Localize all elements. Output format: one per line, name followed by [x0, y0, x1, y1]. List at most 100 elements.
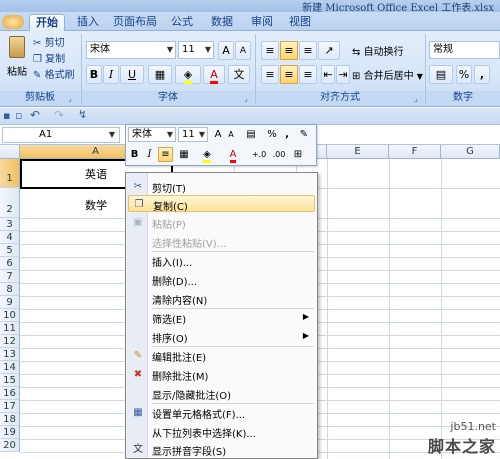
row-header-10[interactable]: 10: [0, 309, 20, 322]
tab-insert[interactable]: 插入: [72, 14, 104, 31]
tab-data[interactable]: 数据: [206, 14, 238, 31]
wrap-text-button[interactable]: ⇆ 自动换行: [352, 43, 404, 58]
row-header-16[interactable]: 16: [0, 387, 20, 400]
select-all-corner[interactable]: [0, 145, 20, 159]
office-button[interactable]: [0, 14, 27, 31]
mini-grow-font-button[interactable]: A: [212, 127, 224, 142]
row-header-11[interactable]: 11: [0, 322, 20, 335]
column-header-f[interactable]: F: [389, 145, 441, 159]
align-center-button[interactable]: ≡: [280, 65, 298, 84]
row-header-7[interactable]: 7: [0, 270, 20, 283]
row-header-12[interactable]: 12: [0, 335, 20, 348]
menu-item-delete[interactable]: 删除(D)...: [128, 271, 315, 288]
phonetic-button[interactable]: 文: [228, 65, 250, 84]
redo-icon[interactable]: ↷: [54, 108, 64, 122]
menu-item-format-cells[interactable]: ▦ 设置单元格格式(F)...: [128, 404, 315, 421]
alignment-launcher-icon[interactable]: ⌟: [414, 94, 418, 103]
save-icon[interactable]: ▪: [3, 109, 10, 122]
menu-item-toggle-comment[interactable]: 显示/隐藏批注(O): [128, 385, 315, 402]
tab-home[interactable]: 开始: [29, 14, 65, 31]
row-header-4[interactable]: 4: [0, 231, 20, 244]
row-header-1[interactable]: 1: [0, 159, 20, 188]
align-right-button[interactable]: ≡: [299, 65, 317, 84]
row-header-15[interactable]: 15: [0, 374, 20, 387]
row-header-13[interactable]: 13: [0, 348, 20, 361]
mini-font-select[interactable]: 宋体 ▼: [128, 127, 176, 142]
align-left-button[interactable]: ≡: [261, 65, 279, 84]
mini-bold-button[interactable]: B: [128, 147, 141, 162]
row-header-3[interactable]: 3: [0, 218, 20, 231]
mini-center-button[interactable]: ≡: [158, 147, 173, 162]
mini-merge-button[interactable]: ⊞: [290, 147, 306, 162]
menu-item-edit-comment[interactable]: ✎ 编辑批注(E): [128, 347, 315, 364]
mini-currency-button[interactable]: ▤: [240, 127, 262, 142]
row-header-9[interactable]: 9: [0, 296, 20, 309]
clipboard-launcher-icon[interactable]: ⌟: [68, 94, 72, 103]
currency-button[interactable]: ▤: [429, 65, 453, 84]
italic-button[interactable]: I: [103, 65, 119, 84]
row-header-5[interactable]: 5: [0, 244, 20, 257]
font-size-select[interactable]: 11 ▼: [178, 41, 214, 59]
name-box[interactable]: A1 ▼: [2, 127, 120, 143]
font-color-button[interactable]: A: [203, 65, 225, 84]
align-top-button[interactable]: ≡: [261, 41, 279, 60]
menu-item-paste[interactable]: ▣ 粘贴(P): [128, 214, 315, 231]
mini-percent-button[interactable]: %: [265, 127, 279, 142]
menu-item-copy[interactable]: ❐ 复制(C): [128, 195, 315, 213]
bold-button[interactable]: B: [86, 65, 102, 84]
fill-color-button[interactable]: ◈: [175, 65, 201, 84]
grow-font-button[interactable]: A: [218, 41, 234, 60]
menu-item-clear-contents[interactable]: 清除内容(N): [128, 290, 315, 307]
menu-item-delete-comment[interactable]: ✖ 删除批注(M): [128, 366, 315, 383]
menu-item-sort[interactable]: 排序(O) ▶: [128, 328, 315, 345]
copy-button[interactable]: ❐ 复制: [33, 50, 65, 65]
merge-center-button[interactable]: ⊞ 合并后居中 ▼: [352, 67, 423, 82]
mini-size-select[interactable]: 11 ▼: [178, 127, 208, 142]
new-file-icon[interactable]: ▫: [15, 109, 22, 122]
mini-format-painter-button[interactable]: ✎: [296, 127, 312, 142]
tab-page-layout[interactable]: 页面布局: [110, 14, 160, 31]
customize-qat-icon[interactable]: ↯: [78, 108, 87, 121]
menu-item-filter[interactable]: 筛选(E) ▶: [128, 309, 315, 326]
align-middle-button[interactable]: ≡: [280, 41, 298, 60]
column-header-g[interactable]: G: [441, 145, 500, 159]
column-header-e[interactable]: E: [327, 145, 389, 159]
orientation-button[interactable]: ↗: [318, 41, 340, 60]
font-launcher-icon[interactable]: ⌟: [244, 94, 248, 103]
cut-button[interactable]: ✂ 剪切: [33, 34, 65, 49]
paste-button[interactable]: 粘贴: [3, 33, 29, 83]
menu-item-show-phonetic[interactable]: 文 显示拼音字段(S): [128, 441, 315, 458]
mini-shrink-font-button[interactable]: A: [225, 127, 237, 142]
decrease-indent-button[interactable]: ⇤: [321, 65, 335, 84]
tab-formulas[interactable]: 公式: [166, 14, 198, 31]
row-header-6[interactable]: 6: [0, 257, 20, 270]
font-name-select[interactable]: 宋体 ▼: [86, 41, 176, 59]
row-header-18[interactable]: 18: [0, 413, 20, 426]
align-bottom-button[interactable]: ≡: [299, 41, 317, 60]
tab-view[interactable]: 视图: [284, 14, 316, 31]
row-header-14[interactable]: 14: [0, 361, 20, 374]
number-format-select[interactable]: 常规: [429, 41, 500, 59]
underline-button[interactable]: U: [120, 65, 144, 84]
row-header-19[interactable]: 19: [0, 426, 20, 439]
mini-border-button[interactable]: ▦: [176, 147, 192, 162]
row-header-2[interactable]: 2: [0, 188, 20, 218]
undo-icon[interactable]: ↶: [30, 108, 40, 122]
comma-button[interactable]: ,: [474, 65, 490, 84]
mini-increase-decimal-button[interactable]: +.0: [250, 147, 268, 162]
row-header-17[interactable]: 17: [0, 400, 20, 413]
menu-item-cut[interactable]: ✂ 剪切(T): [128, 178, 315, 195]
increase-indent-button[interactable]: ⇥: [336, 65, 350, 84]
mini-decrease-decimal-button[interactable]: .00: [270, 147, 288, 162]
menu-item-paste-special[interactable]: 选择性粘贴(V)...: [128, 233, 315, 250]
row-header-8[interactable]: 8: [0, 283, 20, 296]
mini-italic-button[interactable]: I: [143, 147, 156, 162]
shrink-font-button[interactable]: A: [235, 41, 251, 60]
row-header-20[interactable]: 20: [0, 439, 20, 452]
tab-review[interactable]: 审阅: [246, 14, 278, 31]
mini-comma-button[interactable]: ,: [281, 127, 293, 142]
menu-item-insert[interactable]: 插入(I)...: [128, 252, 315, 269]
format-painter-button[interactable]: ✎ 格式刷: [33, 66, 75, 81]
mini-fill-color-button[interactable]: ◈: [196, 147, 218, 163]
percent-button[interactable]: %: [456, 65, 472, 84]
